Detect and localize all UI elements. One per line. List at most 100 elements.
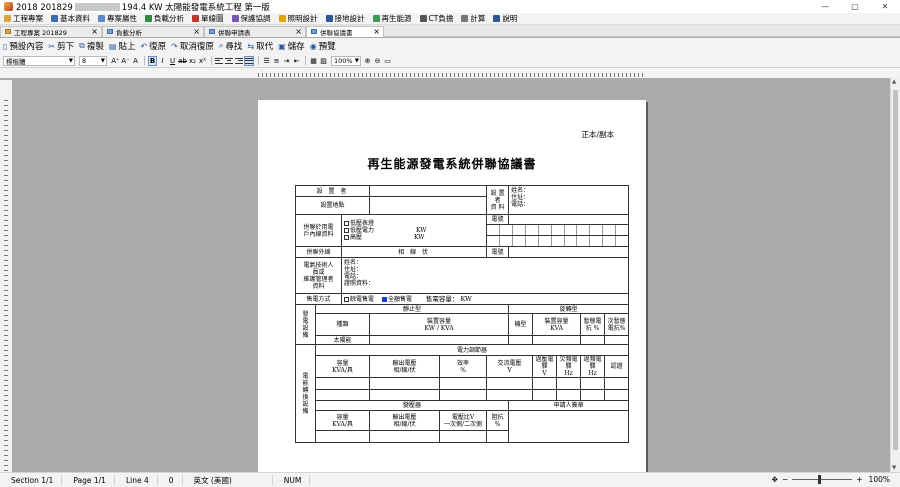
menu-item-7[interactable]: 接地設計 [325, 13, 365, 24]
menu-item-10[interactable]: 計算 [461, 13, 485, 24]
grow-font-icon[interactable]: A⁺ [111, 56, 120, 66]
picture-icon[interactable]: ▨ [319, 56, 328, 66]
page-setup-icon[interactable]: ▭ [383, 56, 392, 66]
elec-number-value[interactable] [508, 214, 630, 225]
redo-button[interactable]: ↷ 取消復原 [171, 40, 214, 53]
pcs-uf-value[interactable] [556, 377, 582, 390]
maximize-button[interactable]: ▢ [840, 0, 870, 13]
site-value[interactable] [369, 196, 488, 215]
pcs-output-voltage-value[interactable] [369, 377, 441, 390]
menu-item-5[interactable]: 保護協調 [231, 13, 271, 24]
tab-agreement[interactable]: 併聯協議書 × [306, 25, 384, 37]
close-button[interactable]: ✕ [870, 0, 900, 13]
menu-item-2[interactable]: 專案屬性 [98, 13, 137, 24]
zoom-slider[interactable] [792, 475, 853, 484]
menu-item-0[interactable]: 工程專案 [4, 13, 43, 24]
zoom-select[interactable]: 100% ▼ [331, 55, 361, 66]
paste-button[interactable]: ▤ 貼上 [109, 40, 136, 53]
pcs-ov-value[interactable] [532, 389, 558, 401]
undo-button[interactable]: ↶ 復原 [140, 40, 166, 53]
superscript-icon[interactable]: x² [198, 56, 207, 66]
transformer-output-voltage-value[interactable] [369, 430, 441, 443]
tech-person-value[interactable]: 姓名： 住址： 電話： 證照資料： [340, 257, 630, 294]
font-size-select[interactable]: 8 ▼ [79, 55, 107, 66]
pcs-of-value[interactable] [580, 377, 606, 390]
tab-close-icon[interactable]: × [373, 27, 380, 37]
setter-value[interactable] [369, 185, 488, 197]
scroll-up-icon[interactable]: ▲ [892, 79, 896, 85]
zoom-slider-knob[interactable] [818, 475, 822, 484]
vertical-scrollbar[interactable]: ▲ ▼ [890, 78, 900, 472]
pcs-ac-voltage-value[interactable] [486, 389, 534, 401]
model-value[interactable] [508, 335, 534, 345]
menu-item-8[interactable]: 再生能源 [372, 13, 412, 24]
cut-button[interactable]: ✂ 剪下 [48, 40, 74, 53]
zoom-out-icon[interactable]: − [782, 475, 788, 484]
bullet-list-icon[interactable]: ☰ [262, 56, 271, 66]
preset-button[interactable]: ▯ 預設內容 [3, 40, 43, 53]
font-color-icon[interactable]: A [131, 56, 140, 66]
outdent-icon[interactable]: ⇤ [292, 56, 301, 66]
elec-number-grid[interactable] [486, 235, 630, 247]
preview-button[interactable]: ◉ 預覽 [310, 40, 336, 53]
pcs-uf-value[interactable] [556, 389, 582, 401]
pcs-cert-value[interactable] [604, 377, 630, 390]
save-button[interactable]: ▣ 儲存 [278, 40, 305, 53]
pcs-capacity-value[interactable] [314, 389, 371, 401]
reactance-subtransient-value[interactable] [604, 335, 630, 345]
checkbox-low-lamp[interactable] [344, 221, 349, 226]
solar-capacity-value[interactable] [369, 335, 510, 345]
vertical-ruler[interactable] [0, 80, 12, 472]
scrollbar-thumb[interactable] [893, 90, 898, 450]
italic-button[interactable]: I [158, 56, 167, 66]
checkbox-low-power[interactable] [344, 228, 349, 233]
subscript-icon[interactable]: x₂ [188, 56, 197, 66]
find-button[interactable]: ⌕ 尋找 [219, 40, 243, 52]
transformer-ratio-value[interactable] [439, 430, 488, 443]
outer-elec-number-value[interactable] [508, 246, 630, 258]
elec-number-grid[interactable] [486, 224, 630, 236]
copy-button[interactable]: ⧉ 複製 [79, 40, 104, 52]
indent-icon[interactable]: ⇥ [282, 56, 291, 66]
reactance-transient-value[interactable] [580, 335, 606, 345]
sell-method-value[interactable]: 餘電售電 全額售電 售電容量： KW [340, 293, 630, 305]
setter-info-value[interactable]: 姓名： 住址： 電話： [508, 185, 630, 215]
tab-close-icon[interactable]: × [193, 27, 200, 37]
align-center-icon[interactable] [225, 57, 233, 65]
bold-button[interactable]: B [148, 55, 157, 66]
pcs-efficiency-value[interactable] [439, 389, 488, 401]
scroll-down-icon[interactable]: ▼ [892, 465, 896, 471]
menu-item-3[interactable]: 負載分析 [145, 13, 184, 24]
horizontal-ruler[interactable] [258, 70, 646, 77]
align-justify-icon[interactable] [244, 55, 254, 66]
zoom-out-icon[interactable]: ⊖ [373, 56, 382, 66]
font-family-select[interactable]: 標楷體 ▼ [3, 55, 75, 66]
menu-item-9[interactable]: CT負擔 [419, 13, 453, 24]
capacity-kva-value[interactable] [532, 335, 582, 345]
pcs-ac-voltage-value[interactable] [486, 377, 534, 390]
tariff-options[interactable]: 低壓表燈 低壓電力 KW 高壓 KW [340, 214, 488, 247]
zoom-in-icon[interactable]: ⊕ [363, 56, 372, 66]
transformer-capacity-value[interactable] [314, 430, 371, 443]
minimize-button[interactable]: — [810, 0, 840, 13]
fit-page-icon[interactable]: ✥ [772, 475, 778, 484]
numbered-list-icon[interactable]: ≡ [272, 56, 281, 66]
shrink-font-icon[interactable]: A⁻ [121, 56, 130, 66]
pcs-output-voltage-value[interactable] [369, 389, 441, 401]
checkbox-high-voltage[interactable] [344, 235, 349, 240]
pcs-of-value[interactable] [580, 389, 606, 401]
menu-item-1[interactable]: 基本資料 [51, 13, 90, 24]
tab-project[interactable]: 工程專案 201829 × [0, 25, 102, 37]
menu-item-6[interactable]: 照明設計 [278, 13, 318, 24]
menu-item-11[interactable]: 說明 [493, 13, 517, 24]
tab-load-analysis[interactable]: 負載分析 × [102, 25, 204, 37]
pcs-capacity-value[interactable] [314, 377, 371, 390]
tab-close-icon[interactable]: × [295, 27, 302, 37]
tab-application-form[interactable]: 併聯申請表 × [204, 25, 306, 37]
applicant-sign-value[interactable] [508, 410, 630, 443]
underline-button[interactable]: U [168, 56, 177, 66]
align-right-icon[interactable] [235, 57, 243, 65]
pcs-ov-value[interactable] [532, 377, 558, 390]
document-page[interactable]: 正本/副本 再生能源發電系統併聯協議書 設 置 者 設 置 者 資 料 姓名：住… [258, 100, 646, 480]
checkbox-surplus-sale[interactable] [344, 296, 349, 302]
